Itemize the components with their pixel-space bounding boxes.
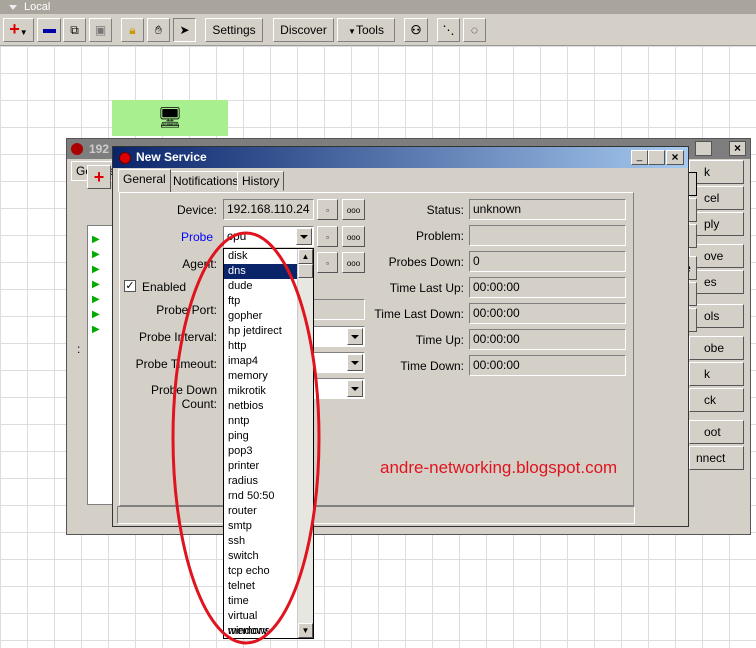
tab-general[interactable]: General xyxy=(118,169,171,192)
annotation-ellipse xyxy=(171,231,321,645)
